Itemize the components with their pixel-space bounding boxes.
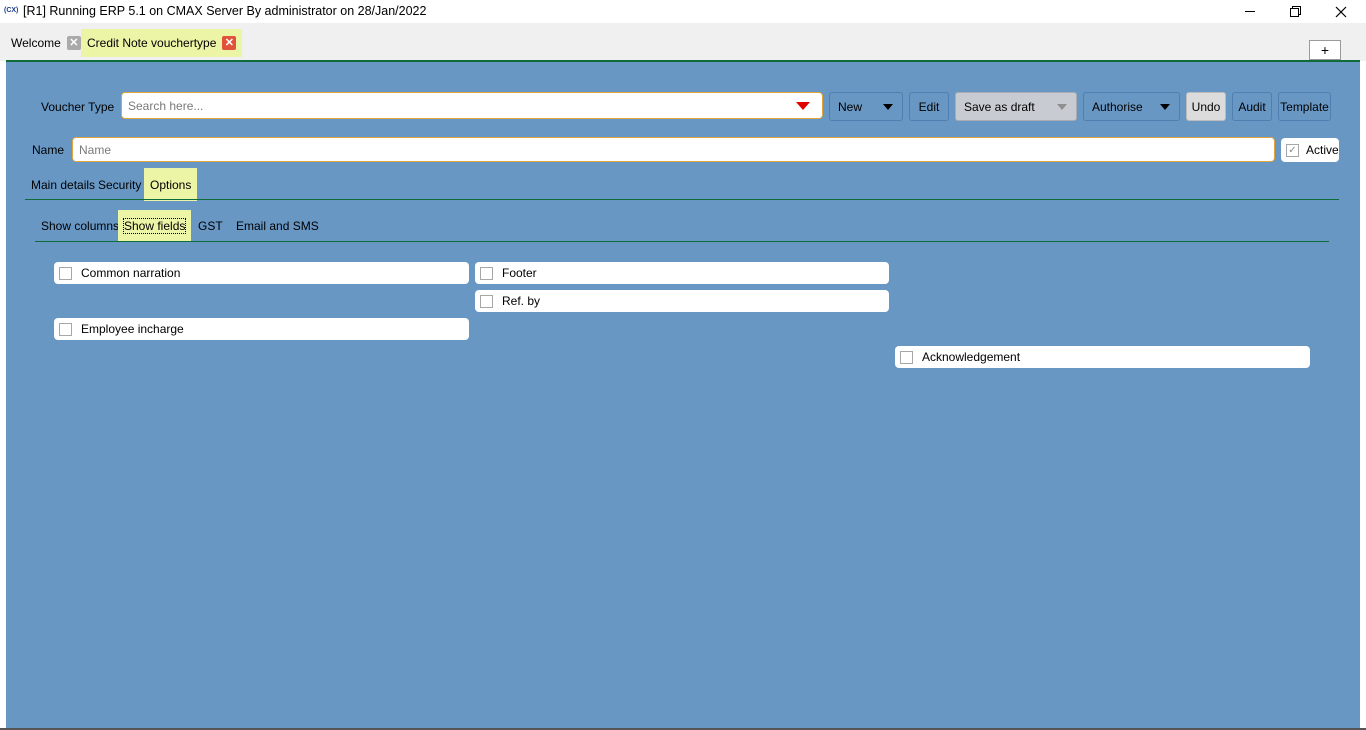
tab-gst-label: GST <box>198 219 223 233</box>
name-label: Name <box>32 143 65 157</box>
chevron-down-icon <box>1160 103 1170 110</box>
app-logo-icon: (CX) <box>4 7 19 14</box>
tab-options-label: Options <box>150 177 192 192</box>
ref-by-label: Ref. by <box>502 294 541 308</box>
new-dropdown-button[interactable] <box>874 93 902 120</box>
active-label: Active <box>1306 143 1339 157</box>
tab-email-sms-label: Email and SMS <box>236 219 319 233</box>
tab-credit-note-label: Credit Note vouchertype <box>87 36 217 50</box>
authorise-label: Authorise <box>1092 99 1143 114</box>
tab-options[interactable]: Options <box>144 168 198 201</box>
field-employee-incharge[interactable]: Employee incharge <box>54 318 469 340</box>
undo-button[interactable]: Undo <box>1186 92 1226 121</box>
name-input[interactable] <box>73 138 1274 161</box>
save-as-draft-button[interactable]: Save as draft <box>955 92 1077 121</box>
tab-welcome-label: Welcome <box>11 36 61 50</box>
field-acknowledgement[interactable]: Acknowledgement <box>895 346 1310 368</box>
ref-by-checkbox[interactable] <box>480 294 493 308</box>
employee-incharge-checkbox[interactable] <box>59 322 72 336</box>
authorise-dropdown[interactable] <box>1151 93 1179 120</box>
tab-main-details-label: Main details <box>31 177 96 192</box>
new-button-label: New <box>838 99 863 114</box>
active-checkbox-container[interactable]: ✓ Active <box>1281 138 1339 162</box>
minimize-icon <box>1244 11 1255 12</box>
edit-button[interactable]: Edit <box>909 92 949 121</box>
new-button[interactable]: New <box>829 92 903 121</box>
tab-main-details[interactable]: Main details <box>31 168 95 201</box>
tab-security-label: Security <box>98 177 142 192</box>
name-field[interactable] <box>72 137 1275 162</box>
save-as-draft-dropdown[interactable] <box>1048 93 1076 120</box>
tab-show-fields-label: Show fields <box>122 218 187 234</box>
footer-label: Footer <box>502 266 537 280</box>
section-divider <box>25 199 1339 200</box>
add-tab-button[interactable]: + <box>1309 40 1341 60</box>
chevron-down-icon <box>883 103 893 110</box>
tab-gst[interactable]: GST <box>198 210 223 242</box>
template-button[interactable]: Template <box>1278 92 1331 121</box>
common-narration-label: Common narration <box>81 266 181 280</box>
tab-show-columns[interactable]: Show columns <box>41 210 119 242</box>
title-bar: (CX) [R1] Running ERP 5.1 on CMAX Server… <box>0 0 1366 23</box>
window-title: [R1] Running ERP 5.1 on CMAX Server By a… <box>23 4 427 18</box>
field-common-narration[interactable]: Common narration <box>54 262 469 284</box>
voucher-type-search-input[interactable] <box>122 93 782 118</box>
field-ref-by[interactable]: Ref. by <box>475 290 889 312</box>
employee-incharge-label: Employee incharge <box>81 322 184 336</box>
tab-credit-note-vouchertype[interactable]: Credit Note vouchertype ✕ <box>81 29 243 57</box>
common-narration-checkbox[interactable] <box>59 266 72 280</box>
tab-show-columns-label: Show columns <box>41 219 120 233</box>
main-panel: Voucher Type New Edit Save as draft Auth… <box>6 60 1360 730</box>
close-tab-credit-note-icon[interactable]: ✕ <box>222 36 237 50</box>
tab-welcome[interactable]: Welcome ✕ <box>5 29 87 57</box>
close-icon <box>1335 6 1347 17</box>
tab-show-fields[interactable]: Show fields <box>118 210 192 242</box>
audit-button[interactable]: Audit <box>1232 92 1272 121</box>
restore-icon <box>1289 6 1301 17</box>
footer-checkbox[interactable] <box>480 266 493 280</box>
voucher-type-search[interactable] <box>121 92 823 119</box>
tab-security[interactable]: Security <box>98 168 141 201</box>
active-checkbox[interactable]: ✓ <box>1286 143 1299 157</box>
close-window-button[interactable] <box>1318 0 1364 23</box>
close-tab-welcome-icon[interactable]: ✕ <box>66 36 81 50</box>
dropdown-caret-icon[interactable] <box>796 102 810 110</box>
tab-email-and-sms[interactable]: Email and SMS <box>236 210 319 242</box>
voucher-type-label: Voucher Type <box>41 100 115 114</box>
acknowledgement-label: Acknowledgement <box>922 350 1021 364</box>
subtab-divider <box>35 241 1329 242</box>
acknowledgement-checkbox[interactable] <box>900 350 913 364</box>
field-footer[interactable]: Footer <box>475 262 889 284</box>
restore-button[interactable] <box>1272 0 1318 23</box>
authorise-button[interactable]: Authorise <box>1083 92 1180 121</box>
chevron-down-icon <box>1057 103 1067 110</box>
save-as-draft-label: Save as draft <box>964 99 1035 114</box>
minimize-button[interactable] <box>1227 0 1273 23</box>
document-tab-strip: Welcome ✕ Credit Note vouchertype ✕ + <box>0 23 1366 61</box>
